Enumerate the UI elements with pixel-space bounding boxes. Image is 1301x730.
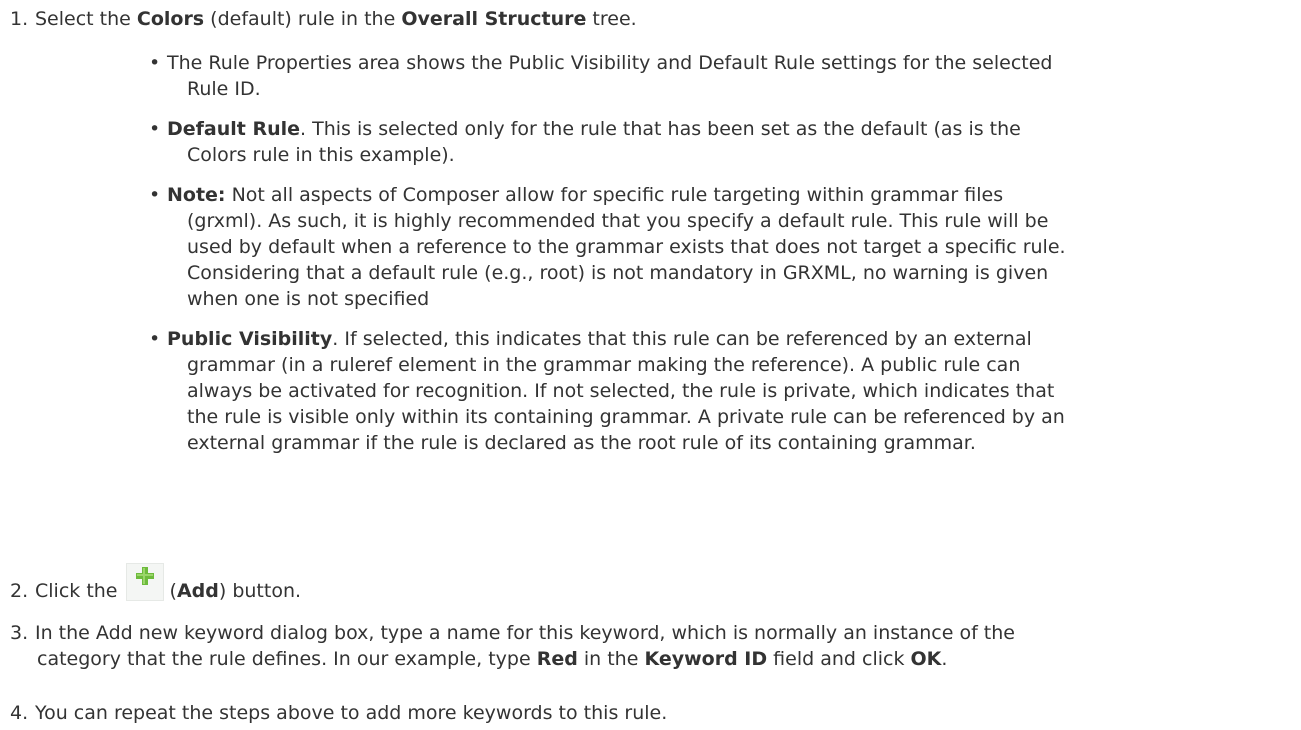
step-number: 4. [10,702,29,724]
term: Note: [167,184,226,206]
tree-name: Overall Structure [401,8,587,30]
list-item: • Note: Not all aspects of Composer allo… [149,184,1066,310]
list-item: • Default Rule. This is selected only fo… [149,118,1021,166]
plus-icon [125,563,164,601]
step-2: 2. Click the (Add) button. [10,563,1285,604]
step-number: 2. [10,580,29,602]
add-button-name: Add [176,580,219,602]
step-4: 4. You can repeat the steps above to add … [10,702,668,724]
keyword-value: Red [536,648,578,670]
step-number: 3. [10,622,29,644]
document: 1. Select the Colors (default) rule in th… [0,0,1301,730]
field-name: Keyword ID [644,648,768,670]
term: Public Visibility [167,328,333,350]
term: Default Rule [167,118,301,140]
step-3: 3. In the Add new keyword dialog box, typ… [10,622,1015,670]
rule-properties-list: • The Rule Properties area shows the Pub… [147,50,1287,470]
ok-label: OK [910,648,942,670]
list-item: • The Rule Properties area shows the Pub… [149,52,1053,100]
list-item: • Public Visibility. If selected, this i… [149,328,1065,454]
step-number: 1. [10,8,29,30]
step-text: Select the Colors (default) rule in the … [35,8,637,30]
step-1: 1. Select the Colors (default) rule in th… [10,6,1285,32]
rule-name: Colors [136,8,205,30]
